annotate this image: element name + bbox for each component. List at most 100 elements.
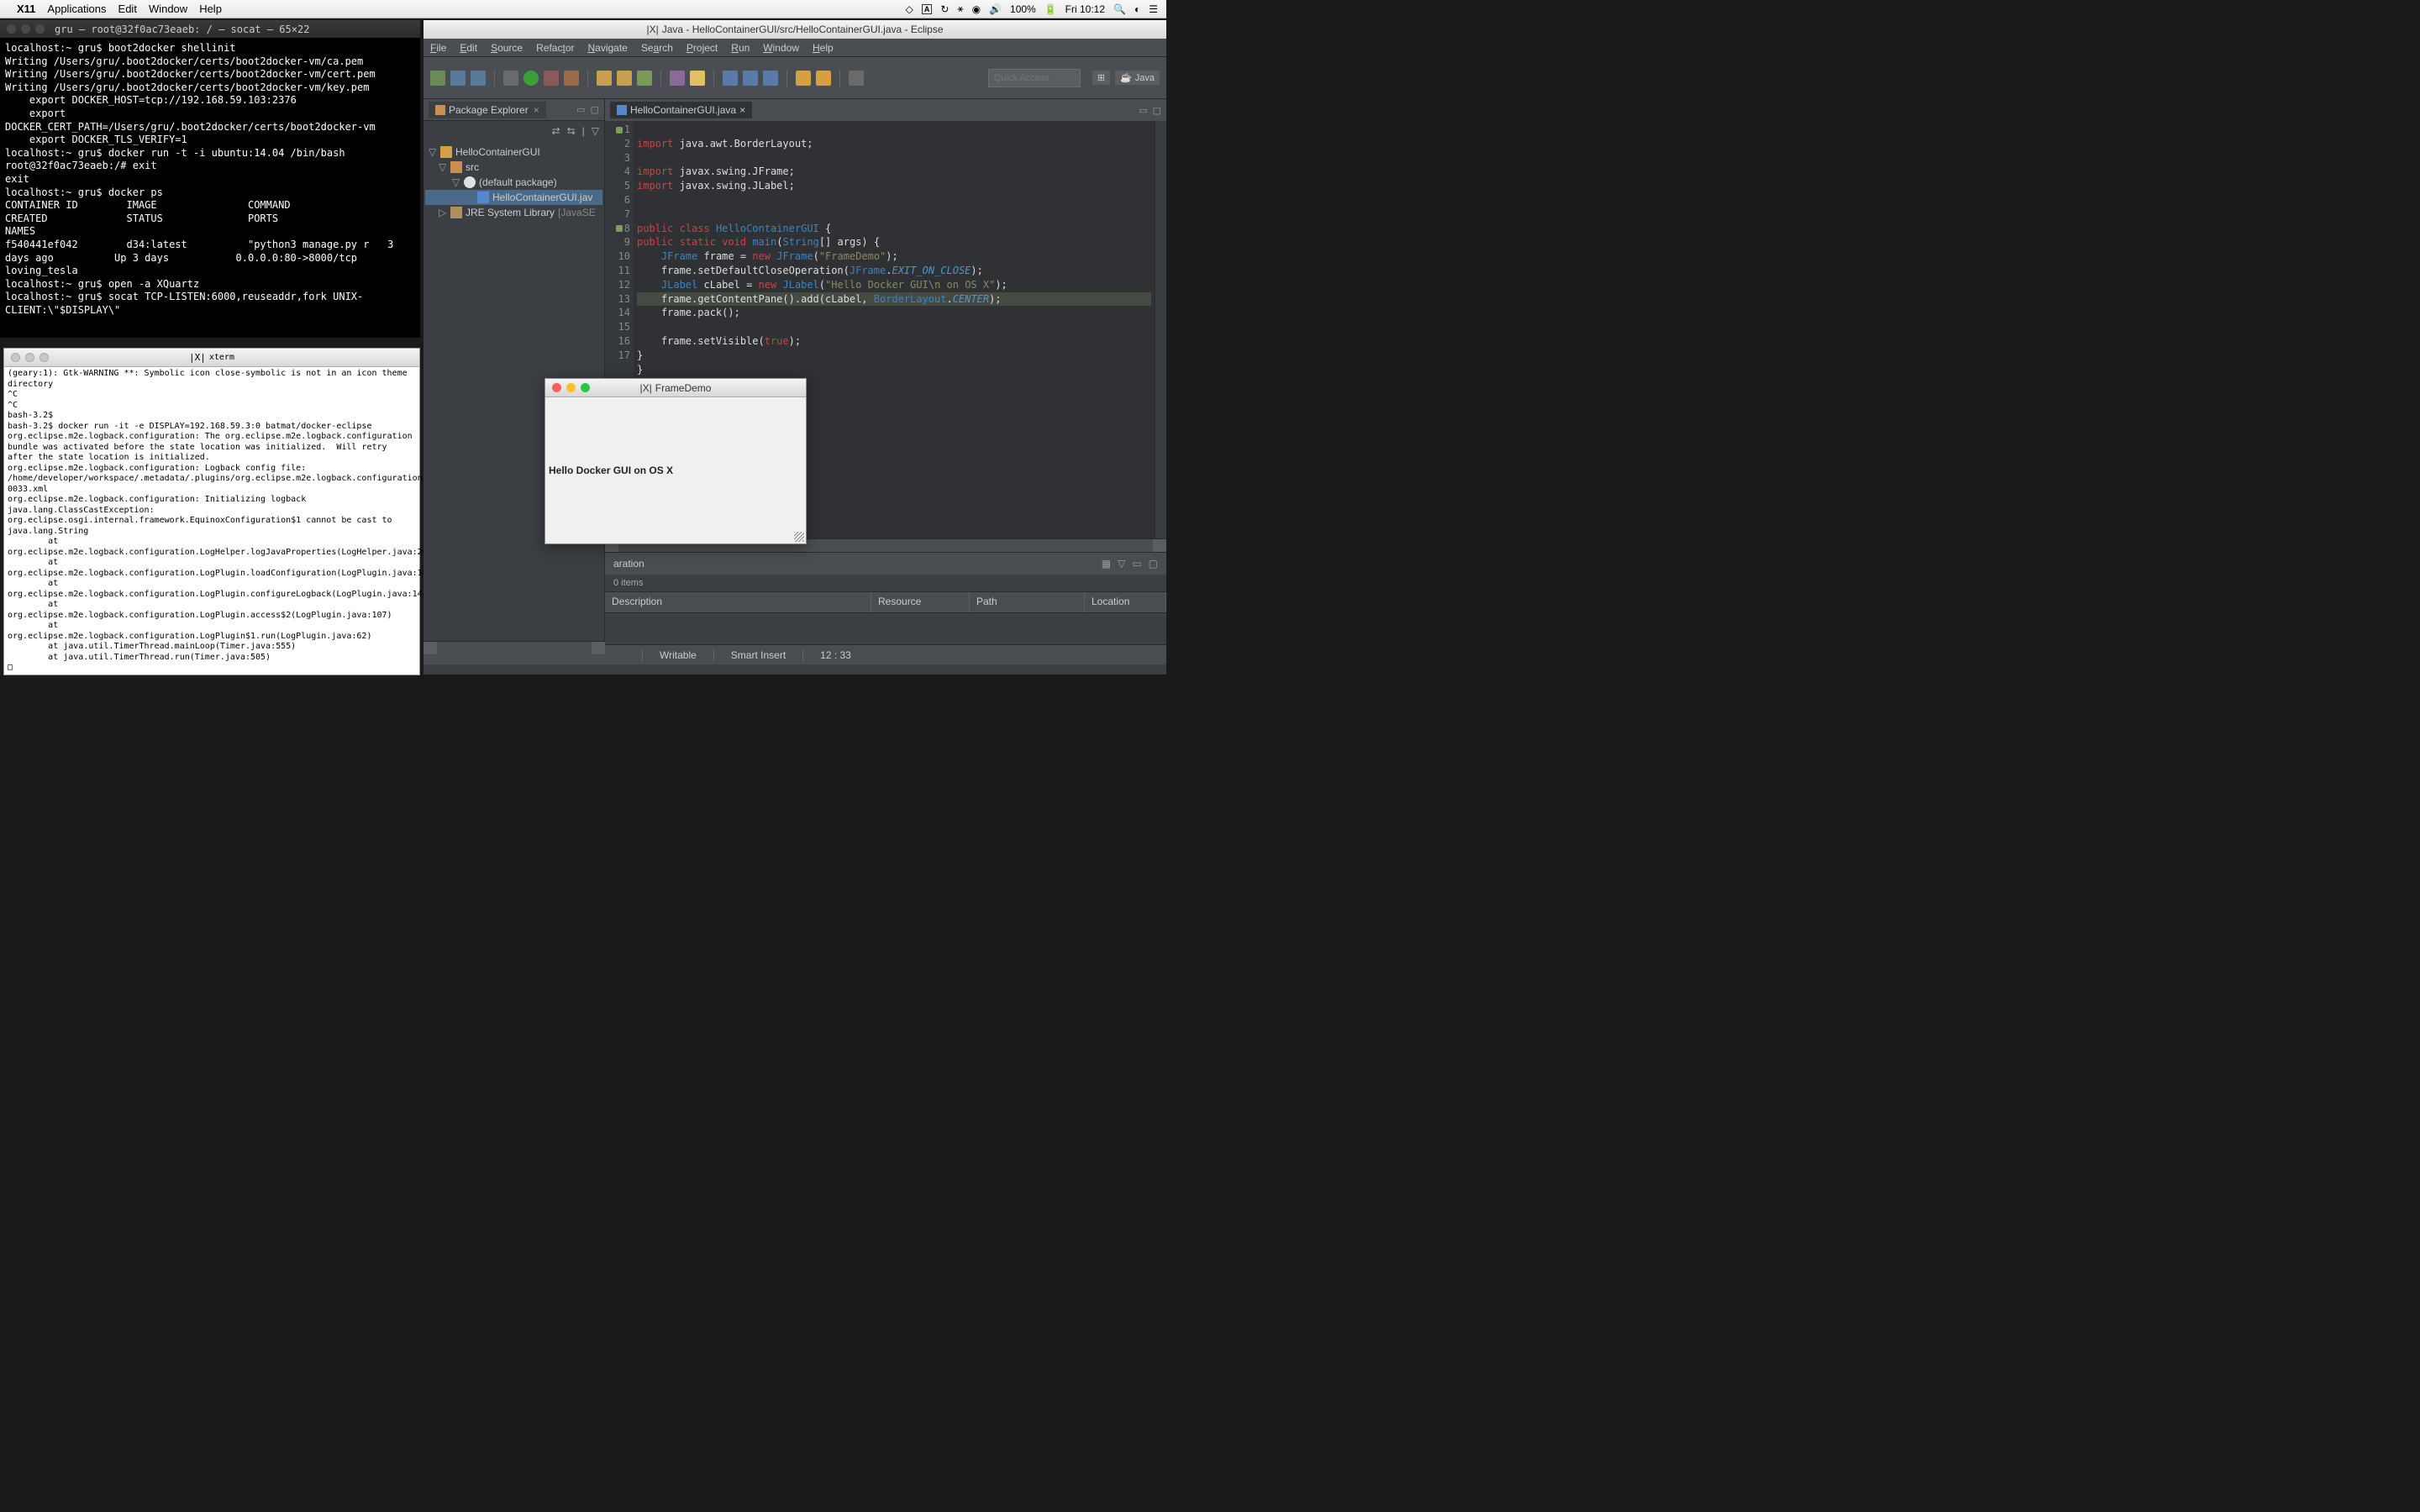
battery-icon[interactable]: 🔋 — [1044, 3, 1057, 15]
quick-access-input[interactable] — [988, 69, 1081, 87]
save-icon[interactable] — [450, 71, 466, 86]
scroll-left-icon[interactable] — [424, 642, 437, 654]
open-type-icon[interactable] — [637, 71, 652, 86]
tree-project[interactable]: ▽HelloContainerGUI — [425, 144, 602, 160]
menu-help[interactable]: Help — [199, 3, 222, 15]
debug-icon[interactable] — [503, 71, 518, 86]
user-icon[interactable]: ◐ — [1134, 3, 1140, 15]
new-icon[interactable] — [430, 71, 445, 86]
adobe-icon[interactable]: A — [922, 4, 933, 14]
col-location[interactable]: Location — [1085, 592, 1166, 612]
problems-tab-suffix[interactable]: aration — [613, 558, 644, 570]
package-tree[interactable]: ▽HelloContainerGUI ▽src ▽(default packag… — [424, 141, 604, 223]
menu-run[interactable]: Run — [731, 42, 750, 54]
col-path[interactable]: Path — [970, 592, 1085, 612]
menubar-app[interactable]: X11 — [17, 3, 35, 15]
close-icon[interactable]: × — [739, 104, 745, 116]
view-menu-icon[interactable]: ▽ — [1118, 558, 1125, 570]
resize-handle[interactable] — [794, 532, 804, 542]
minimize-icon[interactable] — [21, 24, 30, 34]
bluetooth-icon[interactable]: ⚹ — [957, 3, 963, 15]
close-icon[interactable] — [7, 24, 16, 34]
menu-refactor[interactable]: Refactor — [536, 42, 574, 54]
pin-icon[interactable] — [849, 71, 864, 86]
menu-project[interactable]: Project — [687, 42, 718, 54]
maximize-icon[interactable]: ▢ — [591, 104, 599, 115]
zoom-icon[interactable] — [39, 353, 49, 362]
perspective-switcher-icon[interactable]: ⊞ — [1092, 71, 1110, 85]
col-description[interactable]: Description — [605, 592, 871, 612]
menu-search[interactable]: Search — [641, 42, 673, 54]
volume-icon[interactable]: 🔊 — [989, 3, 1002, 15]
scroll-right-icon[interactable] — [592, 642, 605, 654]
filter-icon[interactable]: ▦ — [1102, 558, 1111, 570]
eclipse-window[interactable]: |X| Java - HelloContainerGUI/src/HelloCo… — [424, 20, 1166, 675]
minimize-icon[interactable] — [25, 353, 34, 362]
wifi-icon[interactable]: ◉ — [972, 3, 981, 15]
col-resource[interactable]: Resource — [871, 592, 970, 612]
framedemo-titlebar[interactable]: |X|FrameDemo — [545, 379, 806, 397]
menu-edit[interactable]: Edit — [460, 42, 477, 54]
close-icon[interactable] — [11, 353, 20, 362]
annotation-prev-icon[interactable] — [743, 71, 758, 86]
menu-navigate[interactable]: Navigate — [587, 42, 627, 54]
view-menu-icon[interactable]: ▽ — [592, 125, 599, 137]
ext-tools-icon[interactable] — [564, 71, 579, 86]
coverage-icon[interactable] — [544, 71, 559, 86]
terminal-title: gru — root@32f0ac73eaeb: / — socat — 65×… — [55, 24, 309, 35]
terminal-titlebar[interactable]: gru — root@32f0ac73eaeb: / — socat — 65×… — [0, 20, 420, 39]
save-all-icon[interactable] — [471, 71, 486, 86]
vertical-scrollbar[interactable] — [1155, 121, 1166, 538]
eclipse-title: Java - HelloContainerGUI/src/HelloContai… — [662, 24, 944, 35]
spotlight-icon[interactable]: 🔍 — [1113, 3, 1126, 15]
xterm-window[interactable]: |X| xterm (geary:1): Gtk-WARNING **: Sym… — [3, 348, 420, 675]
annotation-icon[interactable] — [723, 71, 738, 86]
forward-icon[interactable] — [816, 71, 831, 86]
menu-applications[interactable]: Applications — [47, 3, 106, 15]
tree-jre[interactable]: ▷JRE System Library [JavaSE — [425, 205, 602, 220]
menu-file[interactable]: File — [430, 42, 446, 54]
menu-window[interactable]: Window — [149, 3, 187, 15]
menu-edit[interactable]: Edit — [118, 3, 137, 15]
eclipse-titlebar[interactable]: |X| Java - HelloContainerGUI/src/HelloCo… — [424, 20, 1166, 39]
zoom-icon[interactable] — [35, 24, 45, 34]
collapse-all-icon[interactable]: ⇄ — [552, 125, 560, 137]
tree-src[interactable]: ▽src — [425, 160, 602, 175]
link-editor-icon[interactable]: ⇆ — [567, 125, 576, 137]
run-icon[interactable] — [523, 71, 539, 86]
back-icon[interactable] — [796, 71, 811, 86]
xterm-titlebar[interactable]: |X| xterm — [4, 349, 419, 367]
new-package-icon[interactable] — [597, 71, 612, 86]
new-class-icon[interactable] — [617, 71, 632, 86]
menu-source[interactable]: Source — [491, 42, 523, 54]
scroll-right-icon[interactable] — [1153, 539, 1166, 552]
framedemo-window[interactable]: |X|FrameDemo Hello Docker GUI on OS X — [544, 378, 807, 544]
pkg-horizontal-scrollbar[interactable] — [424, 641, 605, 654]
maximize-icon[interactable]: ▢ — [1149, 558, 1158, 570]
battery-percent[interactable]: 100% — [1010, 3, 1036, 15]
tab-package-explorer[interactable]: Package Explorer × — [429, 102, 546, 118]
minimize-icon[interactable]: ▭ — [1139, 105, 1147, 116]
framedemo-title: FrameDemo — [655, 382, 712, 394]
maximize-icon[interactable]: ▢ — [1153, 105, 1161, 116]
minimize-icon[interactable]: ▭ — [576, 104, 585, 115]
perspective-java[interactable]: ☕ Java — [1115, 71, 1160, 85]
close-icon[interactable]: × — [534, 104, 539, 116]
tree-java-file[interactable]: HelloContainerGUI.jav — [425, 190, 602, 205]
terminal-window[interactable]: gru — root@32f0ac73eaeb: / — socat — 65×… — [0, 20, 420, 338]
notification-icon[interactable]: ☰ — [1149, 3, 1158, 15]
xterm-content[interactable]: (geary:1): Gtk-WARNING **: Symbolic icon… — [4, 367, 419, 675]
problems-table-header[interactable]: Description Resource Path Location — [605, 591, 1166, 613]
tree-default-package[interactable]: ▽(default package) — [425, 175, 602, 190]
menu-help[interactable]: Help — [813, 42, 834, 54]
search-icon[interactable] — [670, 71, 685, 86]
minimize-icon[interactable]: ▭ — [1132, 558, 1141, 570]
dropbox-icon[interactable]: ◇ — [906, 3, 913, 15]
clock[interactable]: Fri 10:12 — [1065, 3, 1105, 15]
toggle-mark-icon[interactable] — [690, 71, 705, 86]
timemachine-icon[interactable]: ↻ — [940, 3, 949, 15]
last-edit-icon[interactable] — [763, 71, 778, 86]
menu-window[interactable]: Window — [763, 42, 799, 54]
terminal-content[interactable]: localhost:~ gru$ boot2docker shellinit W… — [0, 39, 420, 320]
editor-tab[interactable]: HelloContainerGUI.java × — [610, 102, 752, 118]
